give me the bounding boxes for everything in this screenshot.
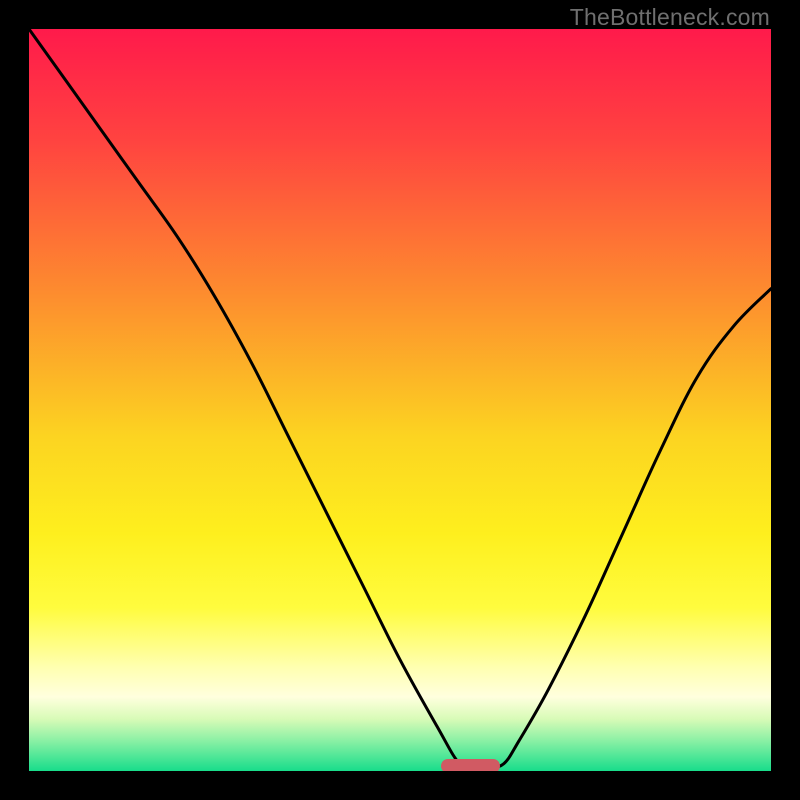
optimal-marker: [441, 759, 500, 771]
bottleneck-curve: [29, 29, 771, 771]
chart-frame: TheBottleneck.com: [0, 0, 800, 800]
watermark-text: TheBottleneck.com: [570, 4, 770, 31]
plot-area: [29, 29, 771, 771]
